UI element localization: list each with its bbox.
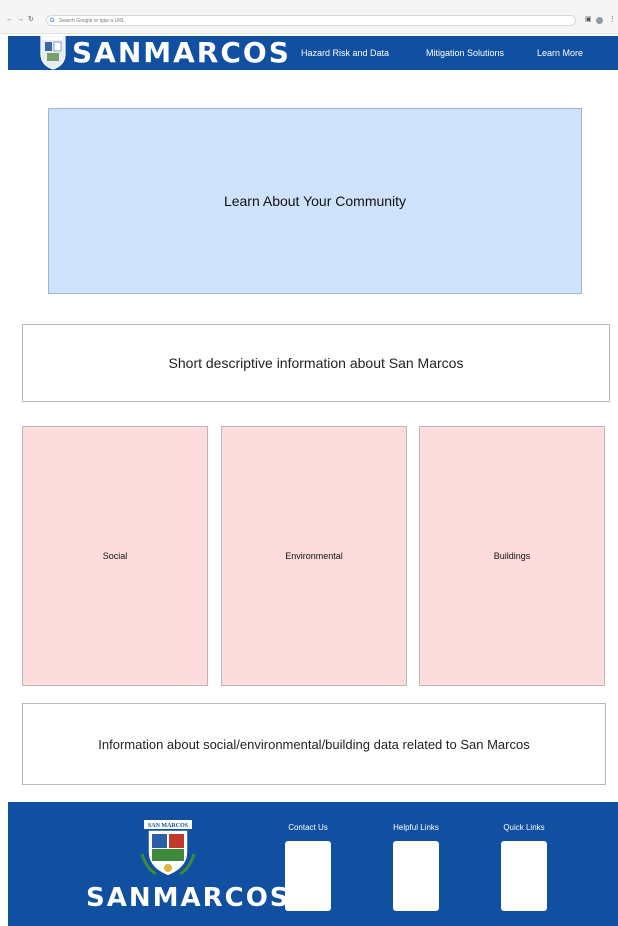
menu-dots-icon[interactable]: ⋮ — [609, 16, 616, 24]
hero-banner[interactable]: Learn About Your Community — [48, 108, 582, 294]
footer-heading-quick-links: Quick Links — [503, 823, 545, 832]
card-label: Environmental — [285, 551, 343, 561]
address-bar[interactable]: G Search Google or type a URL — [46, 15, 576, 26]
site-footer: SAN MARCOS SANMARCOS Contact Us Helpful … — [8, 802, 618, 926]
description-section: Short descriptive information about San … — [22, 324, 610, 402]
seal-text: SAN MARCOS — [148, 823, 189, 829]
browser-toolbar: ← → ↻ G Search Google or type a URL ▣ ⋮ — [0, 0, 618, 34]
info-section: Information about social/environmental/b… — [22, 703, 606, 785]
helpful-links-box[interactable] — [393, 841, 439, 911]
city-seal-icon[interactable] — [38, 34, 68, 70]
nav-mitigation-solutions[interactable]: Mitigation Solutions — [426, 47, 504, 59]
footer-heading-contact-us: Contact Us — [288, 823, 328, 832]
site-header: SANMARCOS Hazard Risk and Data Mitigatio… — [8, 34, 618, 70]
reload-icon[interactable]: ↻ — [28, 16, 34, 24]
forward-icon[interactable]: → — [17, 16, 24, 24]
nav-hazard-risk-and-data[interactable]: Hazard Risk and Data — [301, 47, 389, 59]
card-environmental[interactable]: Environmental — [221, 426, 407, 686]
hero-title: Learn About Your Community — [223, 193, 407, 209]
footer-heading-helpful-links: Helpful Links — [393, 823, 439, 832]
contact-us-box[interactable] — [285, 841, 331, 911]
nav-learn-more[interactable]: Learn More — [537, 47, 583, 59]
footer-logo[interactable]: SANMARCOS — [86, 882, 291, 914]
address-bar-placeholder: Search Google or type a URL — [59, 18, 125, 24]
description-text: Short descriptive information about San … — [168, 355, 464, 371]
google-icon: G — [50, 18, 55, 24]
city-seal-icon: SAN MARCOS — [140, 820, 196, 877]
extension-icon[interactable]: ▣ — [585, 16, 592, 24]
info-text: Information about social/environmental/b… — [98, 736, 530, 752]
profile-avatar[interactable] — [596, 17, 603, 24]
card-label: Buildings — [493, 551, 531, 561]
back-icon[interactable]: ← — [6, 16, 13, 24]
site-logo[interactable]: SANMARCOS — [72, 36, 291, 70]
quick-links-box[interactable] — [501, 841, 547, 911]
card-label: Social — [102, 551, 128, 561]
card-social[interactable]: Social — [22, 426, 208, 686]
card-buildings[interactable]: Buildings — [419, 426, 605, 686]
